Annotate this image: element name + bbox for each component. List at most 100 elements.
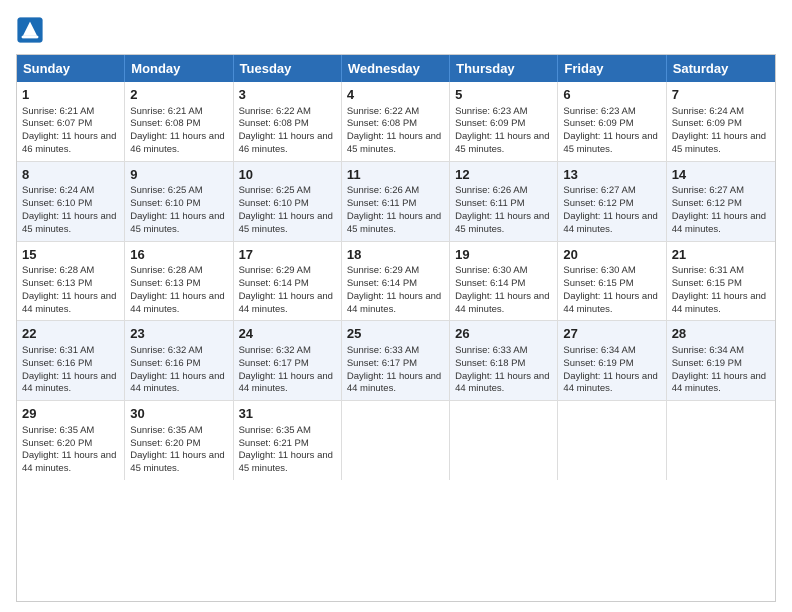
day-number: 9	[130, 166, 227, 184]
sunrise-label: Sunrise: 6:31 AM	[672, 265, 744, 276]
daylight-label: Daylight: 11 hours and 45 minutes.	[347, 211, 441, 235]
day-cell-16: 16 Sunrise: 6:28 AM Sunset: 6:13 PM Dayl…	[125, 242, 233, 321]
day-cell-1: 1 Sunrise: 6:21 AM Sunset: 6:07 PM Dayli…	[17, 82, 125, 161]
sunrise-label: Sunrise: 6:34 AM	[563, 345, 635, 356]
sunrise-label: Sunrise: 6:22 AM	[347, 106, 419, 117]
sunrise-label: Sunrise: 6:28 AM	[130, 265, 202, 276]
day-cell-4: 4 Sunrise: 6:22 AM Sunset: 6:08 PM Dayli…	[342, 82, 450, 161]
sunset-label: Sunset: 6:15 PM	[672, 278, 742, 289]
daylight-label: Daylight: 11 hours and 45 minutes.	[239, 211, 333, 235]
sunset-label: Sunset: 6:17 PM	[239, 358, 309, 369]
day-header-sunday: Sunday	[17, 55, 125, 82]
day-cell-27: 27 Sunrise: 6:34 AM Sunset: 6:19 PM Dayl…	[558, 321, 666, 400]
sunrise-label: Sunrise: 6:28 AM	[22, 265, 94, 276]
day-header-tuesday: Tuesday	[234, 55, 342, 82]
calendar: SundayMondayTuesdayWednesdayThursdayFrid…	[16, 54, 776, 602]
day-number: 2	[130, 86, 227, 104]
daylight-label: Daylight: 11 hours and 45 minutes.	[239, 450, 333, 474]
day-cell-29: 29 Sunrise: 6:35 AM Sunset: 6:20 PM Dayl…	[17, 401, 125, 480]
day-number: 23	[130, 325, 227, 343]
sunrise-label: Sunrise: 6:27 AM	[563, 185, 635, 196]
daylight-label: Daylight: 11 hours and 44 minutes.	[563, 211, 657, 235]
daylight-label: Daylight: 11 hours and 44 minutes.	[563, 291, 657, 315]
sunset-label: Sunset: 6:08 PM	[130, 118, 200, 129]
day-cell-9: 9 Sunrise: 6:25 AM Sunset: 6:10 PM Dayli…	[125, 162, 233, 241]
sunset-label: Sunset: 6:07 PM	[22, 118, 92, 129]
day-cell-18: 18 Sunrise: 6:29 AM Sunset: 6:14 PM Dayl…	[342, 242, 450, 321]
day-number: 3	[239, 86, 336, 104]
sunrise-label: Sunrise: 6:25 AM	[130, 185, 202, 196]
day-number: 6	[563, 86, 660, 104]
sunrise-label: Sunrise: 6:32 AM	[239, 345, 311, 356]
day-number: 15	[22, 246, 119, 264]
sunrise-label: Sunrise: 6:21 AM	[22, 106, 94, 117]
daylight-label: Daylight: 11 hours and 44 minutes.	[347, 291, 441, 315]
sunrise-label: Sunrise: 6:29 AM	[239, 265, 311, 276]
day-cell-11: 11 Sunrise: 6:26 AM Sunset: 6:11 PM Dayl…	[342, 162, 450, 241]
sunset-label: Sunset: 6:19 PM	[672, 358, 742, 369]
sunset-label: Sunset: 6:11 PM	[455, 198, 525, 209]
day-cell-25: 25 Sunrise: 6:33 AM Sunset: 6:17 PM Dayl…	[342, 321, 450, 400]
daylight-label: Daylight: 11 hours and 45 minutes.	[130, 211, 224, 235]
day-cell-21: 21 Sunrise: 6:31 AM Sunset: 6:15 PM Dayl…	[667, 242, 775, 321]
day-cell-17: 17 Sunrise: 6:29 AM Sunset: 6:14 PM Dayl…	[234, 242, 342, 321]
daylight-label: Daylight: 11 hours and 44 minutes.	[22, 291, 116, 315]
day-cell-24: 24 Sunrise: 6:32 AM Sunset: 6:17 PM Dayl…	[234, 321, 342, 400]
sunset-label: Sunset: 6:14 PM	[239, 278, 309, 289]
day-number: 28	[672, 325, 770, 343]
daylight-label: Daylight: 11 hours and 45 minutes.	[130, 450, 224, 474]
day-cell-8: 8 Sunrise: 6:24 AM Sunset: 6:10 PM Dayli…	[17, 162, 125, 241]
logo-icon	[16, 16, 44, 44]
daylight-label: Daylight: 11 hours and 46 minutes.	[22, 131, 116, 155]
empty-cell	[558, 401, 666, 480]
day-number: 19	[455, 246, 552, 264]
day-number: 25	[347, 325, 444, 343]
sunrise-label: Sunrise: 6:23 AM	[563, 106, 635, 117]
sunrise-label: Sunrise: 6:24 AM	[672, 106, 744, 117]
sunset-label: Sunset: 6:12 PM	[563, 198, 633, 209]
sunset-label: Sunset: 6:14 PM	[347, 278, 417, 289]
day-cell-19: 19 Sunrise: 6:30 AM Sunset: 6:14 PM Dayl…	[450, 242, 558, 321]
sunrise-label: Sunrise: 6:30 AM	[455, 265, 527, 276]
day-number: 24	[239, 325, 336, 343]
daylight-label: Daylight: 11 hours and 44 minutes.	[239, 371, 333, 395]
day-header-wednesday: Wednesday	[342, 55, 450, 82]
day-cell-30: 30 Sunrise: 6:35 AM Sunset: 6:20 PM Dayl…	[125, 401, 233, 480]
day-cell-13: 13 Sunrise: 6:27 AM Sunset: 6:12 PM Dayl…	[558, 162, 666, 241]
day-number: 5	[455, 86, 552, 104]
sunset-label: Sunset: 6:10 PM	[22, 198, 92, 209]
day-header-friday: Friday	[558, 55, 666, 82]
day-number: 27	[563, 325, 660, 343]
sunset-label: Sunset: 6:08 PM	[347, 118, 417, 129]
daylight-label: Daylight: 11 hours and 45 minutes.	[672, 131, 766, 155]
sunrise-label: Sunrise: 6:24 AM	[22, 185, 94, 196]
day-cell-20: 20 Sunrise: 6:30 AM Sunset: 6:15 PM Dayl…	[558, 242, 666, 321]
sunrise-label: Sunrise: 6:26 AM	[455, 185, 527, 196]
sunset-label: Sunset: 6:11 PM	[347, 198, 417, 209]
page: SundayMondayTuesdayWednesdayThursdayFrid…	[0, 0, 792, 612]
sunrise-label: Sunrise: 6:32 AM	[130, 345, 202, 356]
day-number: 4	[347, 86, 444, 104]
day-cell-15: 15 Sunrise: 6:28 AM Sunset: 6:13 PM Dayl…	[17, 242, 125, 321]
daylight-label: Daylight: 11 hours and 44 minutes.	[239, 291, 333, 315]
sunrise-label: Sunrise: 6:26 AM	[347, 185, 419, 196]
day-cell-12: 12 Sunrise: 6:26 AM Sunset: 6:11 PM Dayl…	[450, 162, 558, 241]
week-row-1: 1 Sunrise: 6:21 AM Sunset: 6:07 PM Dayli…	[17, 82, 775, 162]
day-number: 18	[347, 246, 444, 264]
daylight-label: Daylight: 11 hours and 45 minutes.	[347, 131, 441, 155]
sunset-label: Sunset: 6:09 PM	[672, 118, 742, 129]
day-cell-7: 7 Sunrise: 6:24 AM Sunset: 6:09 PM Dayli…	[667, 82, 775, 161]
calendar-body: 1 Sunrise: 6:21 AM Sunset: 6:07 PM Dayli…	[17, 82, 775, 480]
day-header-monday: Monday	[125, 55, 233, 82]
sunset-label: Sunset: 6:19 PM	[563, 358, 633, 369]
sunset-label: Sunset: 6:10 PM	[130, 198, 200, 209]
empty-cell	[667, 401, 775, 480]
day-number: 10	[239, 166, 336, 184]
daylight-label: Daylight: 11 hours and 45 minutes.	[563, 131, 657, 155]
sunset-label: Sunset: 6:20 PM	[22, 438, 92, 449]
daylight-label: Daylight: 11 hours and 44 minutes.	[455, 371, 549, 395]
sunrise-label: Sunrise: 6:34 AM	[672, 345, 744, 356]
sunset-label: Sunset: 6:16 PM	[22, 358, 92, 369]
week-row-4: 22 Sunrise: 6:31 AM Sunset: 6:16 PM Dayl…	[17, 321, 775, 401]
logo	[16, 16, 48, 44]
